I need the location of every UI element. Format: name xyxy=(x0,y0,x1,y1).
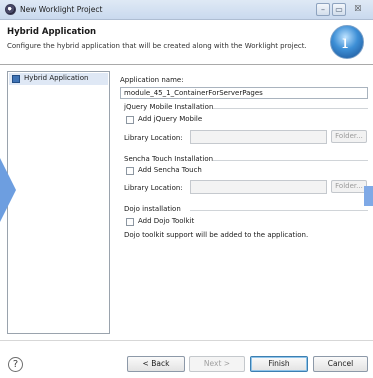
jquery-library-label: Library Location: xyxy=(124,134,183,142)
back-button[interactable]: < Back xyxy=(127,356,185,372)
minimize-button[interactable]: – xyxy=(316,3,330,16)
sidebar-item-hybrid-application[interactable]: Hybrid Application xyxy=(9,73,108,85)
page-list: Hybrid Application xyxy=(7,71,110,334)
sidebar-item-label: Hybrid Application xyxy=(24,74,89,82)
wizard-header: Hybrid Application Configure the hybrid … xyxy=(0,21,373,65)
wizard-page-description: Configure the hybrid application that wi… xyxy=(7,42,307,50)
group-divider xyxy=(190,210,368,211)
footer-divider xyxy=(0,340,373,341)
add-jquery-label: Add jQuery Mobile xyxy=(138,115,203,123)
next-button[interactable]: Next > xyxy=(189,356,245,372)
application-name-input[interactable]: module_45_1_ContainerForServerPages xyxy=(120,87,368,99)
sencha-library-input[interactable] xyxy=(190,180,327,194)
dojo-note: Dojo toolkit support will be added to th… xyxy=(124,231,309,239)
window-title: New Worklight Project xyxy=(20,5,103,14)
sencha-folder-button[interactable]: Folder... xyxy=(331,180,367,193)
window-titlebar: New Worklight Project – ▭ ☒ xyxy=(0,0,373,20)
sencha-group-label: Sencha Touch Installation xyxy=(124,155,214,163)
sencha-library-label: Library Location: xyxy=(124,184,183,192)
group-divider xyxy=(213,108,368,109)
jquery-folder-button[interactable]: Folder... xyxy=(331,130,367,143)
add-dojo-label: Add Dojo Toolkit xyxy=(138,217,195,225)
group-divider xyxy=(213,160,368,161)
wizard-page-title: Hybrid Application xyxy=(7,27,97,37)
help-button[interactable]: ? xyxy=(8,357,23,372)
eclipse-app-icon xyxy=(5,4,16,15)
add-dojo-checkbox[interactable] xyxy=(126,218,134,226)
application-name-label: Application name: xyxy=(120,76,184,84)
jquery-group-label: jQuery Mobile Installation xyxy=(124,103,214,111)
worklight-logo-icon: ı xyxy=(330,25,364,59)
application-icon xyxy=(12,75,20,83)
finish-button[interactable]: Finish xyxy=(250,356,308,372)
add-sencha-label: Add Sencha Touch xyxy=(138,166,202,174)
close-button[interactable]: ☒ xyxy=(348,3,368,16)
dojo-group-label: Dojo installation xyxy=(124,205,181,213)
cancel-button[interactable]: Cancel xyxy=(313,356,368,372)
add-sencha-checkbox[interactable] xyxy=(126,167,134,175)
jquery-library-input[interactable] xyxy=(190,130,327,144)
add-jquery-checkbox[interactable] xyxy=(126,116,134,124)
annotation-arrow-left xyxy=(0,158,16,222)
annotation-arrow-right xyxy=(364,186,373,206)
maximize-button[interactable]: ▭ xyxy=(332,3,346,16)
